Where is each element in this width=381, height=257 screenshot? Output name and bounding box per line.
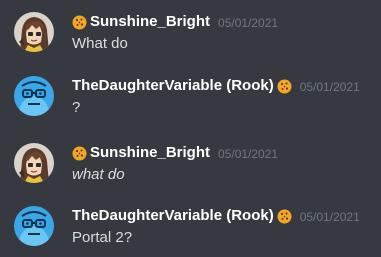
cookie-badge-icon — [277, 209, 292, 224]
chat-message: TheDaughterVariable (Rook) 05/01/2021 ? — [0, 76, 381, 136]
message-header: Sunshine_Bright 05/01/2021 — [72, 143, 278, 163]
anime-character-avatar-icon — [14, 143, 54, 183]
message-content: ? — [72, 99, 81, 116]
chat-message: Sunshine_Bright 05/01/2021 What do — [0, 12, 381, 72]
message-timestamp: 05/01/2021 — [299, 80, 360, 94]
chat-message: Sunshine_Bright 05/01/2021 what do — [0, 143, 381, 203]
message-timestamp: 05/01/2021 — [299, 210, 360, 224]
user-avatar[interactable] — [14, 206, 54, 246]
username[interactable]: TheDaughterVariable (Rook) — [72, 76, 274, 96]
user-avatar[interactable] — [14, 143, 54, 183]
username[interactable]: Sunshine_Bright — [90, 143, 210, 163]
cookie-badge-icon — [72, 146, 87, 161]
message-header: TheDaughterVariable (Rook) 05/01/2021 — [72, 206, 360, 226]
user-avatar[interactable] — [14, 76, 54, 116]
username[interactable]: Sunshine_Bright — [90, 12, 210, 32]
username[interactable]: TheDaughterVariable (Rook) — [72, 206, 274, 226]
message-timestamp: 05/01/2021 — [218, 16, 279, 30]
message-header: Sunshine_Bright 05/01/2021 — [72, 12, 278, 32]
message-timestamp: 05/01/2021 — [218, 147, 279, 161]
anime-character-avatar-icon — [14, 12, 54, 52]
message-content: Portal 2? — [72, 229, 133, 246]
chat-message: TheDaughterVariable (Rook) 05/01/2021 Po… — [0, 206, 381, 257]
cookie-badge-icon — [72, 15, 87, 30]
cookie-badge-icon — [277, 79, 292, 94]
message-header: TheDaughterVariable (Rook) 05/01/2021 — [72, 76, 360, 96]
glasses-face-avatar-icon — [14, 206, 54, 246]
user-avatar[interactable] — [14, 12, 54, 52]
message-content: what do — [72, 166, 125, 183]
message-content: What do — [72, 35, 128, 52]
glasses-face-avatar-icon — [14, 76, 54, 116]
chat-messages: Sunshine_Bright 05/01/2021 What do TheDa… — [0, 0, 381, 257]
